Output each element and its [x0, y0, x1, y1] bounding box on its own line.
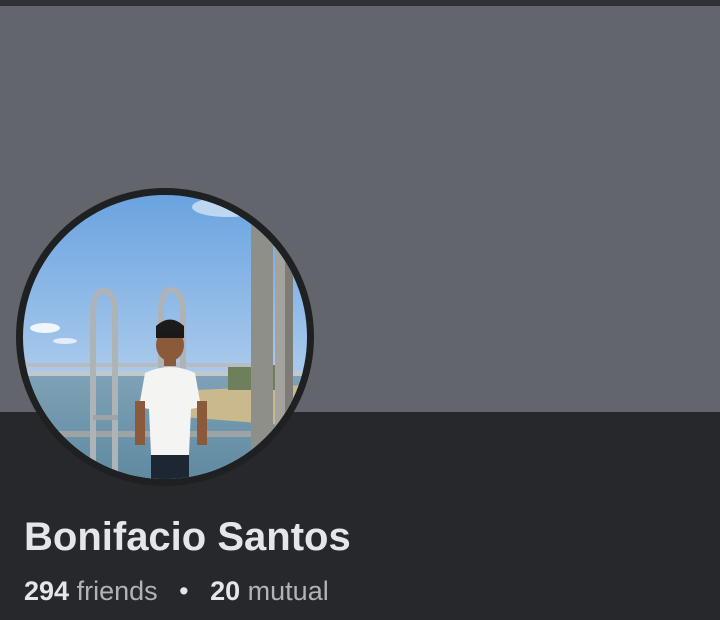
friends-stats[interactable]: 294 friends • 20 mutual — [24, 573, 329, 609]
profile-name: Bonifacio Santos — [24, 515, 351, 559]
friends-label: friends — [76, 576, 158, 606]
mutual-label: mutual — [247, 576, 329, 606]
separator-dot: • — [179, 576, 189, 606]
mutual-count: 20 — [210, 576, 241, 606]
profile-picture[interactable] — [16, 188, 314, 486]
profile-photo — [23, 195, 307, 479]
friends-count: 294 — [24, 576, 70, 606]
profile-page: Bonifacio Santos 294 friends • 20 mutual — [0, 0, 720, 620]
